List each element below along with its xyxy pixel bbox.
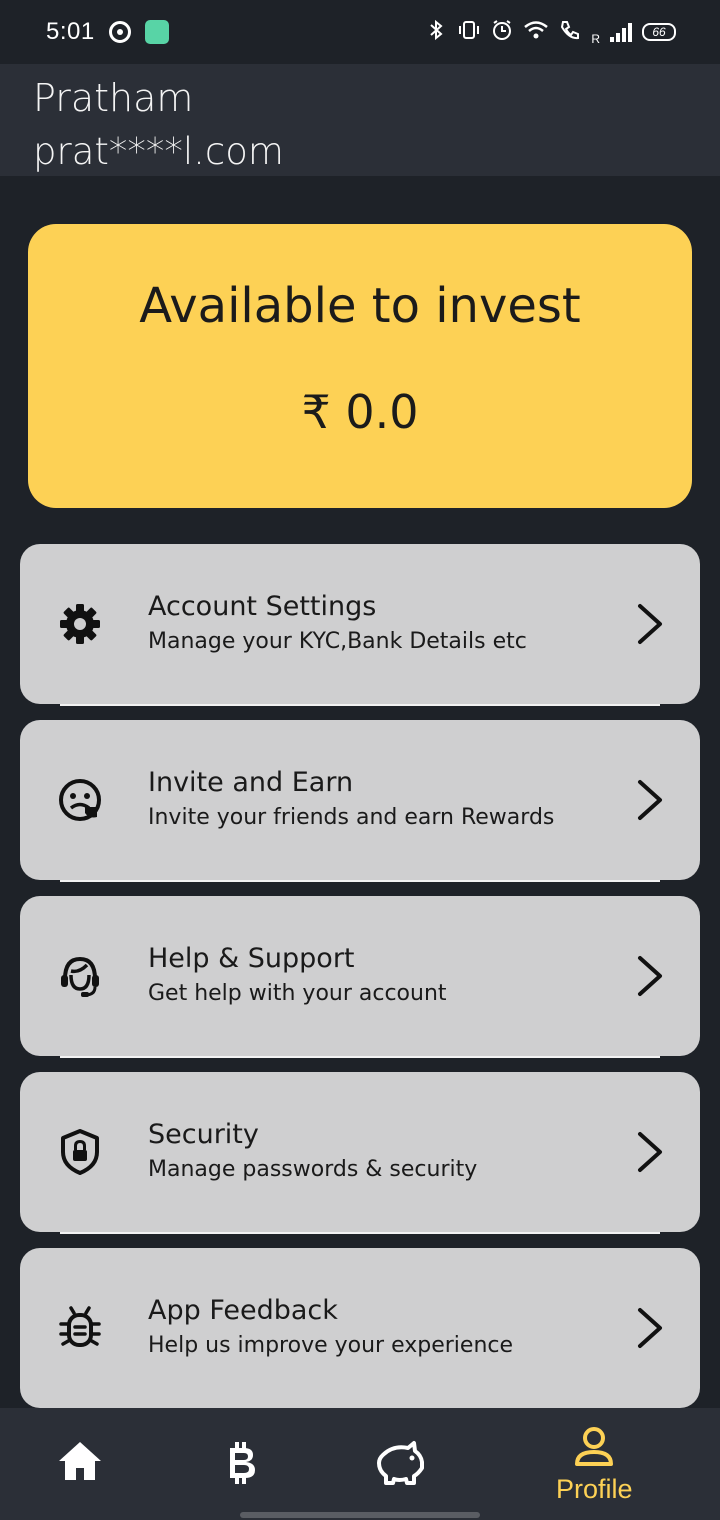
bluetooth-icon: [425, 19, 447, 45]
headset-support-icon: [56, 952, 104, 1000]
divider: [60, 880, 660, 882]
menu-item-title: Security: [148, 1119, 259, 1150]
user-email: prat****l.com: [33, 130, 284, 173]
invest-card-amount: ₹ 0.0: [301, 385, 419, 439]
user-name: Pratham: [33, 76, 194, 120]
menu-item-title: App Feedback: [148, 1295, 338, 1326]
nav-crypto[interactable]: [224, 1440, 258, 1490]
gear-icon: [56, 600, 104, 648]
menu-item-subtitle: Help us improve your experience: [148, 1333, 514, 1358]
status-bar: 5:01 R 66: [0, 0, 720, 64]
bug-icon: [56, 1304, 104, 1352]
status-time: 5:01: [46, 18, 95, 45]
chevron-right-icon: [632, 1306, 668, 1350]
profile-icon: [574, 1426, 614, 1472]
battery-icon: 66: [642, 23, 676, 41]
available-to-invest-card[interactable]: Available to invest ₹ 0.0: [28, 224, 692, 508]
menu-item-title: Help & Support: [148, 943, 355, 974]
menu-item-title: Invite and Earn: [148, 767, 354, 798]
piggy-bank-icon: [374, 1440, 426, 1490]
menu-item-app-feedback[interactable]: App Feedback Help us improve your experi…: [20, 1248, 700, 1408]
chevron-right-icon: [632, 1130, 668, 1174]
menu-item-account-settings[interactable]: Account Settings Manage your KYC,Bank De…: [20, 544, 700, 706]
menu-item-help-support[interactable]: Help & Support Get help with your accoun…: [20, 896, 700, 1058]
menu-item-subtitle: Invite your friends and earn Rewards: [148, 805, 555, 830]
menu-item-invite-and-earn[interactable]: Invite and Earn Invite your friends and …: [20, 720, 700, 882]
divider: [60, 1232, 660, 1234]
shield-lock-icon: [56, 1128, 104, 1176]
network-type-label: R: [591, 32, 600, 46]
home-gesture-bar[interactable]: [240, 1512, 480, 1518]
bottom-navigation: Profile: [0, 1408, 720, 1520]
notification-app-icon: [144, 20, 169, 44]
menu-item-subtitle: Manage passwords & security: [148, 1157, 478, 1182]
menu-item-title: Account Settings: [148, 591, 377, 622]
home-icon: [58, 1440, 102, 1486]
signal-icon: [610, 22, 632, 42]
bitcoin-icon: [224, 1440, 258, 1490]
music-app-icon: [108, 21, 131, 43]
profile-header: Pratham prat****l.com: [0, 64, 720, 176]
nav-profile-label: Profile: [556, 1474, 633, 1504]
nav-home[interactable]: [58, 1440, 102, 1486]
menu-item-subtitle: Get help with your account: [148, 981, 447, 1006]
nav-savings[interactable]: [374, 1440, 426, 1490]
menu-item-subtitle: Manage your KYC,Bank Details etc: [148, 629, 527, 654]
chevron-right-icon: [632, 602, 668, 646]
menu-item-security[interactable]: Security Manage passwords & security: [20, 1072, 700, 1234]
alarm-icon: [491, 19, 513, 45]
chevron-right-icon: [632, 954, 668, 998]
vibrate-icon: [457, 19, 481, 45]
nav-profile[interactable]: Profile: [556, 1426, 633, 1505]
chevron-right-icon: [632, 778, 668, 822]
wifi-icon: [523, 19, 549, 45]
divider: [60, 1056, 660, 1058]
divider: [60, 704, 660, 706]
call-icon: [559, 19, 581, 45]
invest-card-title: Available to invest: [139, 278, 581, 334]
invite-face-icon: [56, 776, 104, 824]
